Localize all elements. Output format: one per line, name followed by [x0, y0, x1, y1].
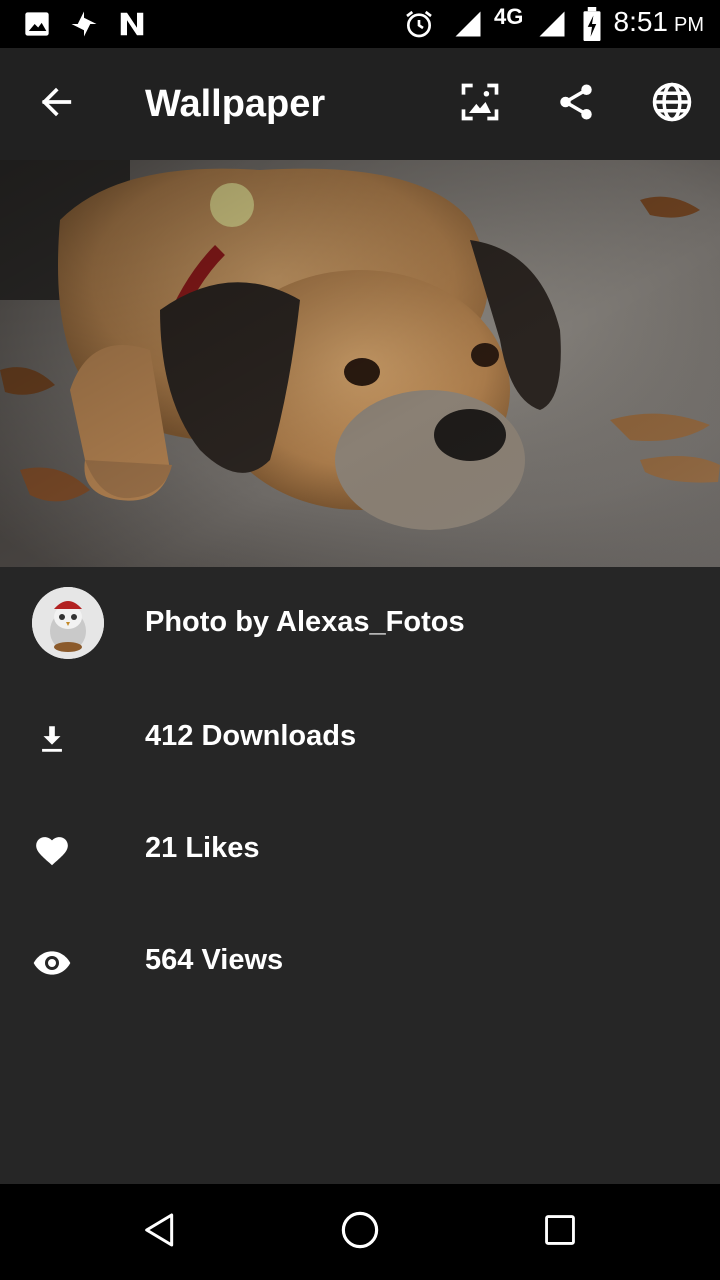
network-type-label: 4G — [494, 4, 524, 29]
n-notification-icon — [116, 8, 148, 40]
battery-charging-icon — [580, 7, 604, 41]
wallpaper-details: Photo by Alexas_Fotos 412 Downloads 21 L… — [0, 567, 720, 1184]
downloads-count: 412 Downloads — [145, 720, 357, 752]
heart-icon[interactable] — [32, 831, 72, 871]
pinwheel-notification-icon — [68, 8, 100, 40]
clock: 8:51 PM — [614, 6, 705, 42]
back-triangle-icon — [140, 1209, 180, 1256]
downloads-row: 412 Downloads — [0, 679, 720, 791]
likes-row[interactable]: 21 Likes — [0, 791, 720, 903]
likes-count: 21 Likes — [145, 832, 260, 864]
author-row[interactable]: Photo by Alexas_Fotos — [0, 567, 720, 679]
nav-recents-button[interactable] — [528, 1202, 592, 1262]
page-title: Wallpaper — [145, 83, 326, 125]
author-label: Photo by Alexas_Fotos — [145, 606, 465, 638]
download-icon — [32, 719, 72, 759]
signal-icon — [452, 8, 484, 40]
status-bar: 4G 8:51 PM — [0, 0, 720, 48]
globe-icon — [651, 81, 693, 128]
clock-ampm: PM — [674, 14, 704, 36]
recents-square-icon — [541, 1211, 579, 1254]
set-wallpaper-icon — [458, 80, 502, 129]
open-in-browser-button[interactable] — [644, 76, 700, 132]
share-button[interactable] — [548, 76, 604, 132]
nav-home-button[interactable] — [328, 1202, 392, 1262]
author-avatar — [32, 587, 104, 659]
navigation-bar — [0, 1184, 720, 1280]
signal-icon-2 — [536, 8, 568, 40]
views-row: 564 Views — [0, 903, 720, 1015]
image-notification-icon — [22, 8, 52, 40]
share-icon — [555, 81, 597, 128]
clock-time: 8:51 — [613, 6, 669, 37]
nav-back-button[interactable] — [128, 1202, 192, 1262]
back-button[interactable] — [28, 76, 84, 132]
views-count: 564 Views — [145, 944, 284, 976]
home-circle-icon — [339, 1209, 381, 1256]
toolbar: Wallpaper — [0, 48, 720, 160]
back-arrow-icon — [36, 82, 76, 127]
eye-icon — [32, 943, 72, 983]
alarm-icon — [402, 8, 436, 40]
set-wallpaper-button[interactable] — [452, 76, 508, 132]
wallpaper-photo[interactable] — [0, 160, 720, 567]
